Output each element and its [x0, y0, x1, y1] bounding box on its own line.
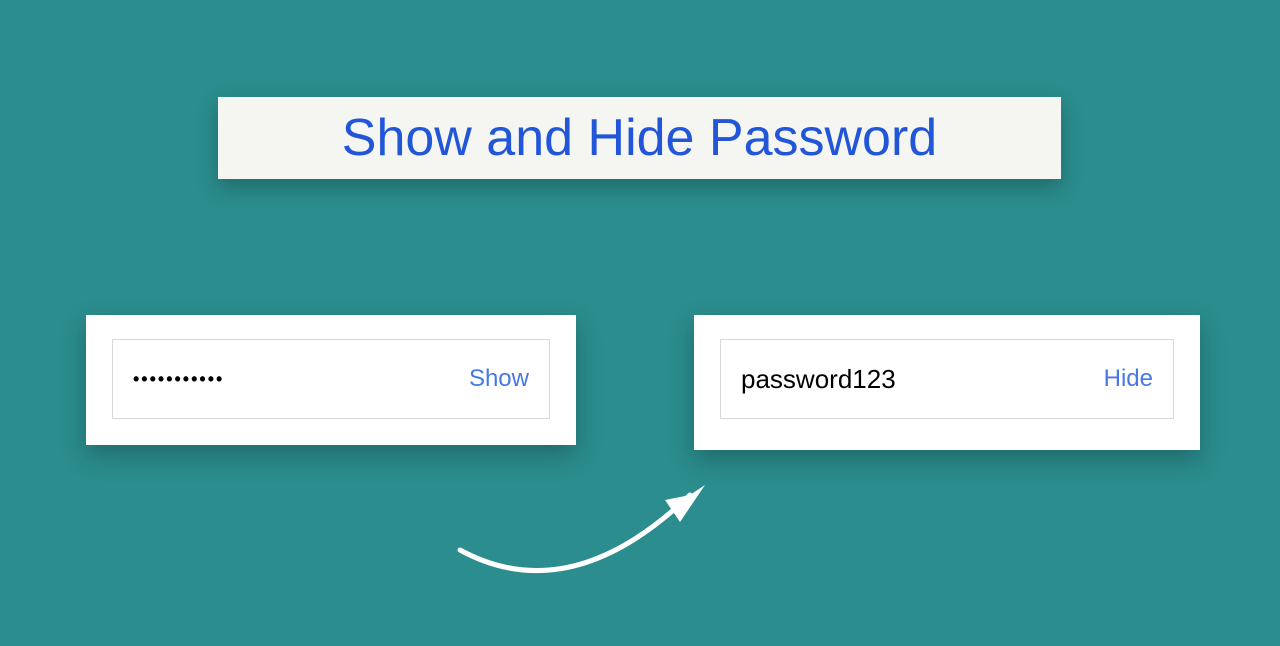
password-input-masked[interactable]: ••••••••••• [133, 369, 469, 390]
arrow-icon [450, 450, 730, 590]
password-input-wrapper: ••••••••••• Show [112, 339, 550, 419]
password-input-wrapper: password123 Hide [720, 339, 1174, 419]
title-banner: Show and Hide Password [218, 97, 1061, 179]
password-input-plain[interactable]: password123 [741, 364, 1104, 395]
page-title: Show and Hide Password [342, 108, 937, 168]
password-card-hidden: ••••••••••• Show [86, 315, 576, 445]
password-card-shown: password123 Hide [694, 315, 1200, 450]
show-button[interactable]: Show [469, 365, 529, 393]
hide-button[interactable]: Hide [1104, 365, 1153, 393]
